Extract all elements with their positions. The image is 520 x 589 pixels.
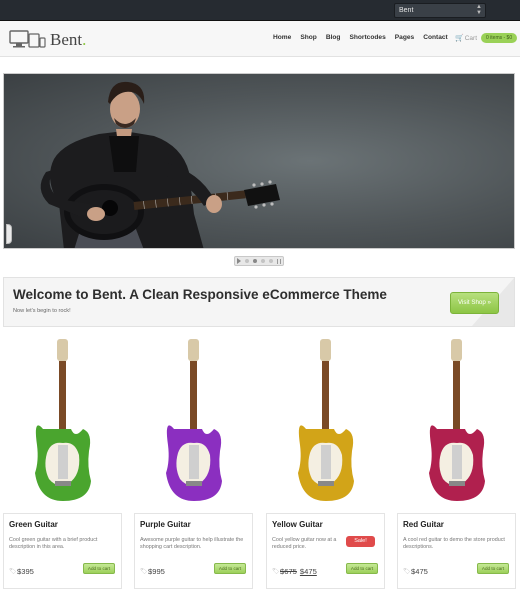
product-sale-price: $475 [299, 567, 317, 576]
product-card: Purple Guitar Awesome purple guitar to h… [134, 333, 253, 589]
slider-prev-button[interactable] [6, 224, 12, 244]
product-info: Purple Guitar Awesome purple guitar to h… [134, 513, 253, 589]
sale-badge: Sale! [346, 536, 375, 547]
site-header: Bent. Home Shop Blog Shortcodes Pages Co… [0, 21, 520, 57]
nav-home[interactable]: Home [273, 34, 291, 41]
slide-marker-dot [459, 248, 463, 249]
nav-contact[interactable]: Contact [423, 34, 448, 41]
product-description: Cool yellow guitar now at a reduced pric… [272, 537, 337, 550]
product-card: Red Guitar A cool red guitar to demo the… [397, 333, 516, 589]
theme-select-value: Bent [399, 7, 414, 14]
nav-shortcodes[interactable]: Shortcodes [349, 34, 385, 41]
product-old-price: $675 [280, 567, 297, 576]
product-grid: Green Guitar Cool green guitar with a br… [3, 333, 517, 589]
guitar-image[interactable] [266, 333, 385, 509]
price-tag-icon: 🏷 [403, 569, 411, 575]
slide-image [4, 74, 514, 248]
guitar-image[interactable] [134, 333, 253, 509]
product-price: $995 [148, 567, 165, 576]
add-to-cart-button[interactable]: Add to cart [477, 563, 509, 574]
select-arrows-icon: ▲ ▼ [476, 4, 482, 16]
pause-icon[interactable] [277, 258, 281, 264]
demo-topbar: Bent ▲ ▼ [0, 0, 520, 21]
price-tag-icon: 🏷 [140, 569, 148, 575]
add-to-cart-button[interactable]: Add to cart [214, 563, 246, 574]
theme-select[interactable]: Bent ▲ ▼ [394, 3, 486, 18]
logo-dot: . [82, 30, 87, 49]
product-description: A cool red guitar to demo the store prod… [403, 537, 505, 550]
add-to-cart-button[interactable]: Add to cart [346, 563, 378, 574]
guitar-image[interactable] [397, 333, 516, 509]
welcome-subtitle: Now let's begin to rock! [13, 308, 71, 314]
logo-text: Bent [50, 30, 83, 49]
slider-dot-2[interactable] [253, 259, 257, 263]
product-price: $395 [17, 567, 34, 576]
product-card: Green Guitar Cool green guitar with a br… [3, 333, 122, 589]
product-name[interactable]: Red Guitar [403, 520, 444, 529]
price-tag-icon: 🏷 [272, 569, 280, 575]
welcome-title: Welcome to Bent. A Clean Responsive eCom… [13, 287, 387, 302]
devices-logo-icon [9, 30, 46, 48]
slider-pager [234, 256, 284, 266]
product-name[interactable]: Yellow Guitar [272, 520, 323, 529]
product-name[interactable]: Green Guitar [9, 520, 58, 529]
product-info: Red Guitar A cool red guitar to demo the… [397, 513, 516, 589]
product-description: Cool green guitar with a brief product d… [9, 537, 98, 550]
nav-pages[interactable]: Pages [395, 34, 414, 41]
add-to-cart-button[interactable]: Add to cart [83, 563, 115, 574]
slider-dot-3[interactable] [261, 259, 265, 263]
price-tag-icon: 🏷 [9, 569, 17, 575]
cart-widget[interactable]: 🛒 Cart 0 items - $0 [455, 33, 518, 43]
product-description: Awesome purple guitar to help illustrate… [140, 537, 244, 550]
product-card: Yellow Guitar Cool yellow guitar now at … [266, 333, 385, 589]
nav-blog[interactable]: Blog [326, 34, 341, 41]
guitar-image[interactable] [3, 333, 122, 509]
cart-icon: 🛒 [455, 35, 464, 42]
play-icon[interactable] [237, 258, 241, 264]
product-info: Yellow Guitar Cool yellow guitar now at … [266, 513, 385, 589]
guitarist-photo [40, 81, 280, 248]
product-price: $475 [411, 567, 428, 576]
cart-label: Cart [464, 34, 477, 42]
main-nav: Home Shop Blog Shortcodes Pages Contact [273, 34, 457, 41]
slider-dot-4[interactable] [269, 259, 273, 263]
cart-count-badge[interactable]: 0 items - $0 [481, 33, 518, 43]
nav-shop[interactable]: Shop [300, 34, 316, 41]
product-info: Green Guitar Cool green guitar with a br… [3, 513, 122, 589]
product-name[interactable]: Purple Guitar [140, 520, 191, 529]
slider-dot-1[interactable] [245, 259, 249, 263]
visit-shop-button[interactable]: Visit Shop » [450, 292, 499, 314]
hero-slider [3, 73, 515, 249]
welcome-banner: Welcome to Bent. A Clean Responsive eCom… [3, 277, 515, 327]
